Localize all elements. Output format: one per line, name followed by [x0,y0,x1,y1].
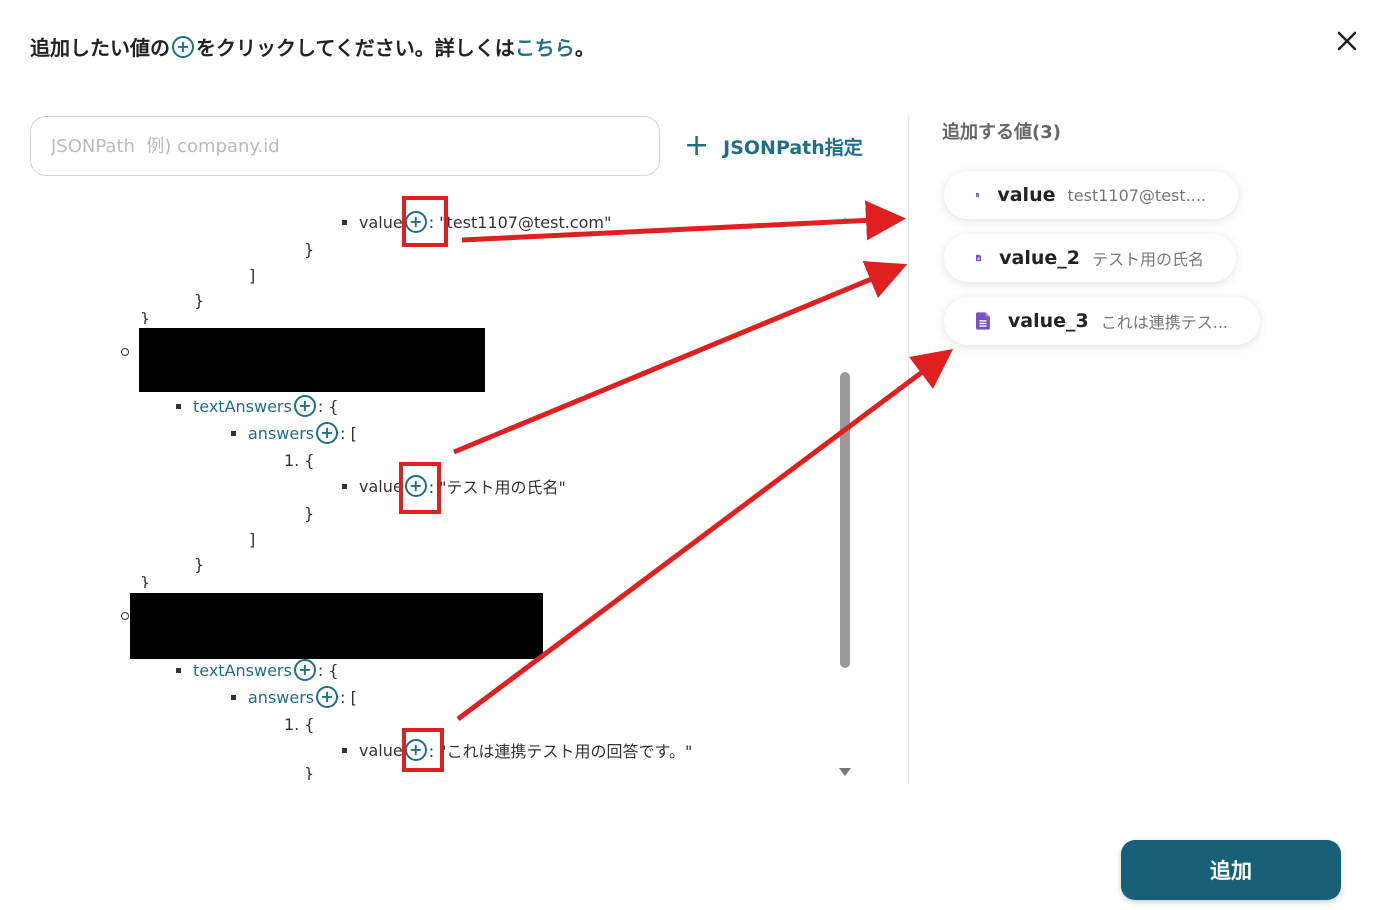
chip-name: value_3 [1007,310,1089,332]
add-answers-plus-icon[interactable]: + [316,686,339,708]
tree-close-brace: } [304,239,315,259]
scrollbar-thumb[interactable] [840,372,850,668]
instruction-period: 。 [574,36,595,60]
close-button[interactable] [1330,24,1364,58]
value-key: value [359,212,403,232]
tree-scrollbar[interactable] [838,216,852,776]
tree-close-brace: } [194,554,205,574]
tree-hollow-bullet [121,340,129,364]
tree-row-text-answers: textAnswers + : { [176,658,339,682]
add-text-answers-plus-icon[interactable]: + [293,659,316,681]
tree-row-answers: answers + : [ [231,685,357,709]
tree-close-brace: } [140,312,151,324]
value-key: value [359,740,403,760]
scroll-down-arrow-icon[interactable] [839,768,851,776]
tree-close-bracket: ] [249,529,256,549]
tree-close-brace: } [304,503,315,523]
tree-row-value-3: value + : "これは連携テスト用の回答です。" [342,738,692,762]
jsonpath-specify-button[interactable]: + JSONPath指定 [684,130,863,162]
value-text-3: : "これは連携テスト用の回答です。" [428,742,693,761]
value-chip-2[interactable]: value_2 テスト用の氏名 [944,234,1236,282]
open-bracket: : [ [340,423,357,443]
text-answers-key: textAnswers [193,660,292,680]
square-bullet-icon [231,430,236,436]
square-bullet-icon [176,403,181,409]
tree-item-one: 1. { [284,714,315,734]
highlight-box [402,196,448,247]
value-text-1: : "test1107@test.com" [428,212,612,232]
add-button[interactable]: 追加 [1121,840,1341,900]
answers-key: answers [248,423,315,443]
tree-close-brace: } [194,290,205,310]
hollow-bullet-icon [121,612,129,620]
tree-close-bracket: ] [249,265,256,285]
square-bullet-icon [342,219,347,225]
document-icon [976,192,980,198]
document-icon [976,312,990,330]
square-bullet-icon [176,667,181,673]
hollow-bullet-icon [121,348,129,356]
square-bullet-icon [342,483,347,489]
redacted-block [130,593,543,659]
add-text-answers-plus-icon[interactable]: + [293,395,316,417]
values-panel-title: 追加する値(3) [942,122,1061,143]
scroll-up-arrow-icon[interactable] [841,216,849,222]
tree-hollow-bullet [121,604,129,628]
help-link[interactable]: こちら [515,32,575,61]
plus-icon: + [684,128,710,163]
value-chip-3[interactable]: value_3 これは連携テス... [944,297,1260,345]
panel-divider [908,116,909,784]
chip-preview: test1107@test.... [1067,185,1206,205]
highlight-box [402,728,444,772]
highlight-box [399,462,441,514]
tree-close-brace: } [304,766,315,780]
redacted-block [139,328,485,392]
open-brace: : { [317,396,339,416]
open-brace: : { [317,660,339,680]
square-bullet-icon [231,694,236,700]
chip-name: value [997,184,1056,206]
chip-preview: これは連携テス... [1100,313,1228,332]
jsonpath-input[interactable] [30,116,660,176]
tree-item-one: 1. { [284,450,315,470]
square-bullet-icon [342,747,347,753]
tree-row-answers: answers + : [ [231,421,357,445]
instruction-part-1: 追加したい値の [30,36,170,60]
chip-preview: テスト用の氏名 [1091,250,1204,269]
jsonpath-specify-label: JSONPath指定 [723,136,863,159]
value-key: value [359,476,403,496]
instruction-text: 追加したい値の + をクリックしてください。詳しくは こちら 。 [30,32,595,61]
add-answers-plus-icon[interactable]: + [316,422,339,444]
document-icon [976,254,982,262]
tree-row-text-answers: textAnswers + : { [176,394,339,418]
text-answers-key: textAnswers [193,396,292,416]
open-bracket: : [ [340,687,357,707]
plus-circle-icon: + [172,35,194,58]
chip-name: value_2 [999,247,1080,269]
value-text-2: : "テスト用の氏名" [428,478,566,497]
tree-row-value-1: value + : "test1107@test.com" [342,210,611,234]
tree-close-brace: } [140,576,151,588]
value-chip-1[interactable]: value test1107@test.... [944,171,1238,219]
instruction-part-2: をクリックしてください。詳しくは [196,36,515,60]
tree-row-value-2: value + : "テスト用の氏名" [342,474,566,498]
answers-key: answers [248,687,315,707]
close-icon [1337,31,1357,51]
